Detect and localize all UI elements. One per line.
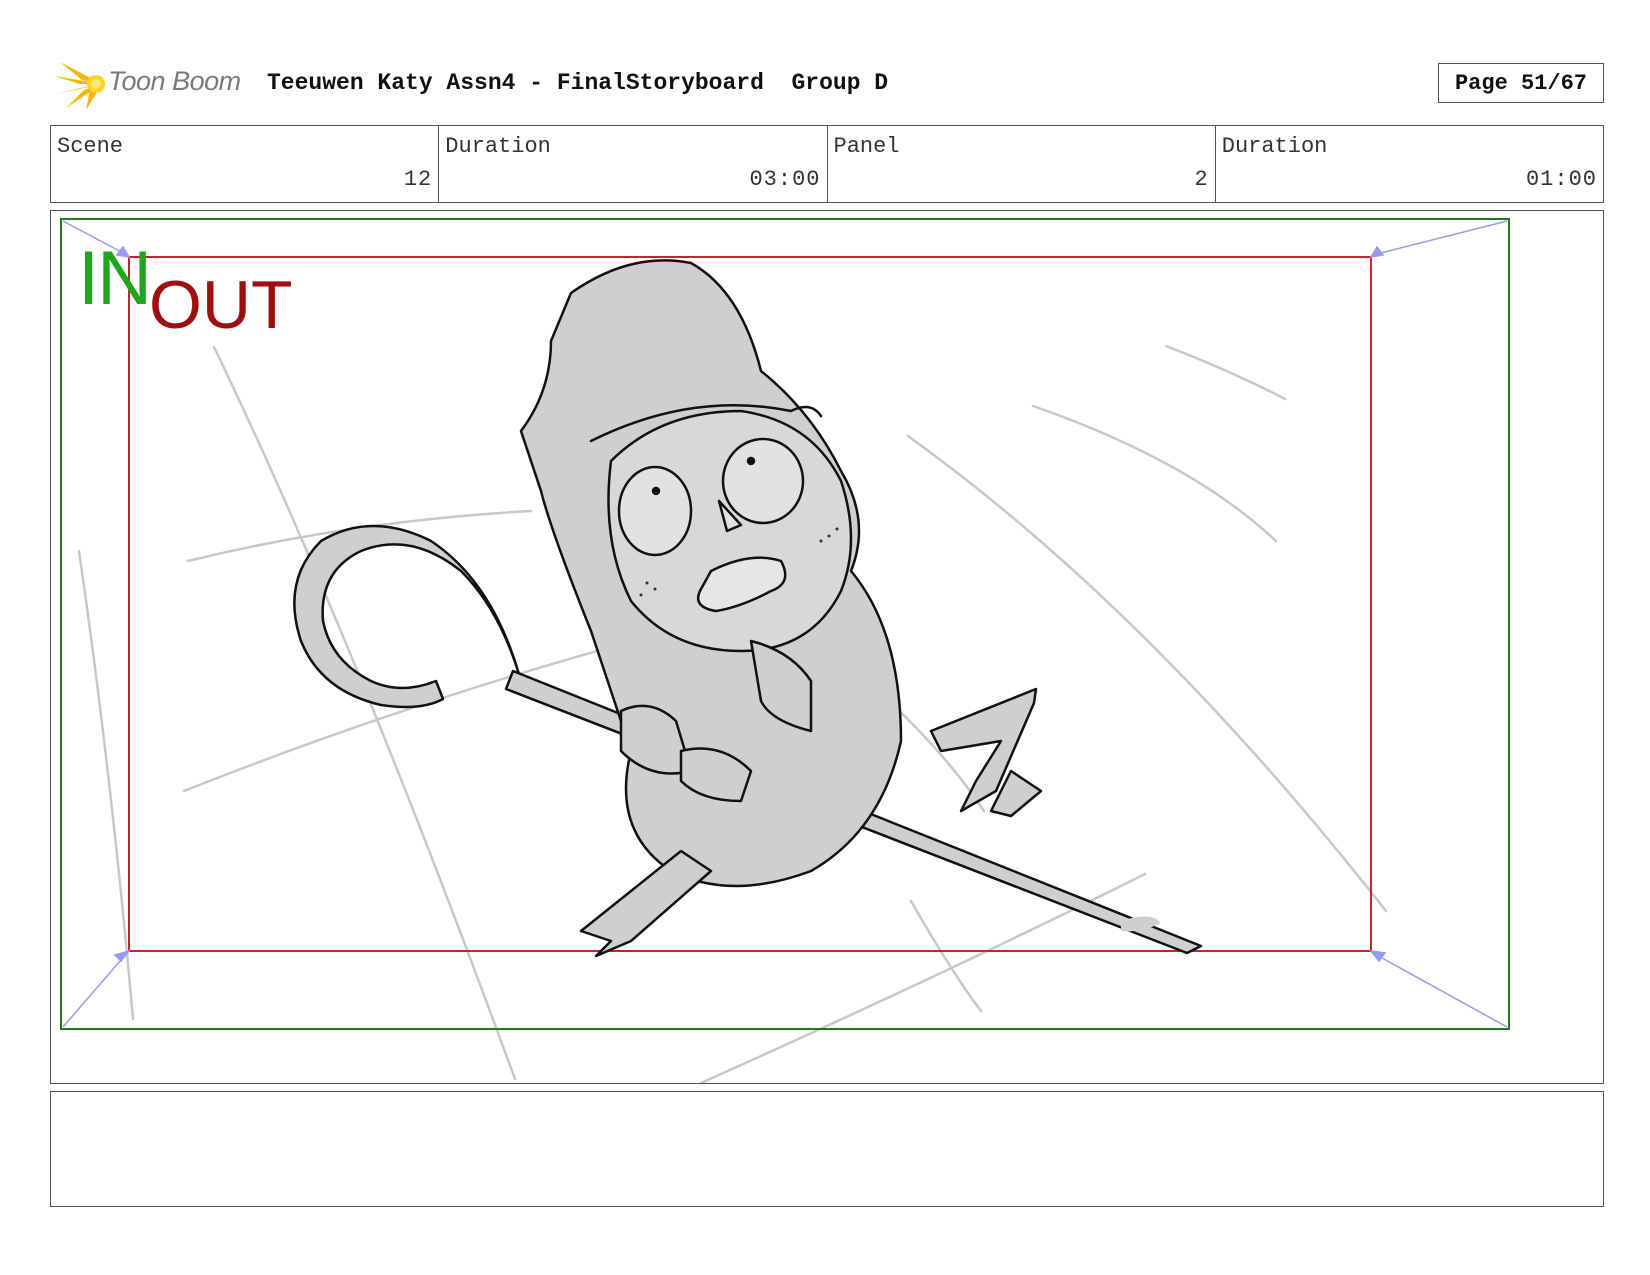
in-frame-label: IN xyxy=(78,236,152,321)
logo-text: Toon Boom xyxy=(108,66,241,96)
panel-duration-label: Duration xyxy=(1221,134,1328,159)
toon-boom-logo: Toon Boom xyxy=(52,58,252,112)
panel-value: 2 xyxy=(1194,167,1209,192)
panel-info-table: Scene 12 Duration 03:00 Panel 2 Duration… xyxy=(50,125,1604,203)
out-frame-label: OUT xyxy=(149,267,293,343)
panel-label: Panel xyxy=(833,134,900,159)
scene-value: 12 xyxy=(403,167,433,192)
panel-cell: Panel 2 xyxy=(828,126,1216,202)
panel-notes xyxy=(50,1091,1604,1207)
panel-duration-cell: Duration 01:00 xyxy=(1216,126,1603,202)
starburst-icon xyxy=(54,62,105,110)
scene-duration-cell: Duration 03:00 xyxy=(439,126,828,202)
document-title: Teeuwen Katy Assn4 - FinalStoryboard Gro… xyxy=(267,70,889,96)
panel-duration-value: 01:00 xyxy=(1525,167,1597,192)
scene-duration-label: Duration xyxy=(445,134,551,159)
scene-cell: Scene 12 xyxy=(51,126,440,202)
storyboard-panel: IN OUT xyxy=(50,210,1604,1084)
scene-duration-value: 03:00 xyxy=(749,167,821,192)
scene-label: Scene xyxy=(57,134,124,159)
page-number: Page 51/67 xyxy=(1438,63,1604,103)
